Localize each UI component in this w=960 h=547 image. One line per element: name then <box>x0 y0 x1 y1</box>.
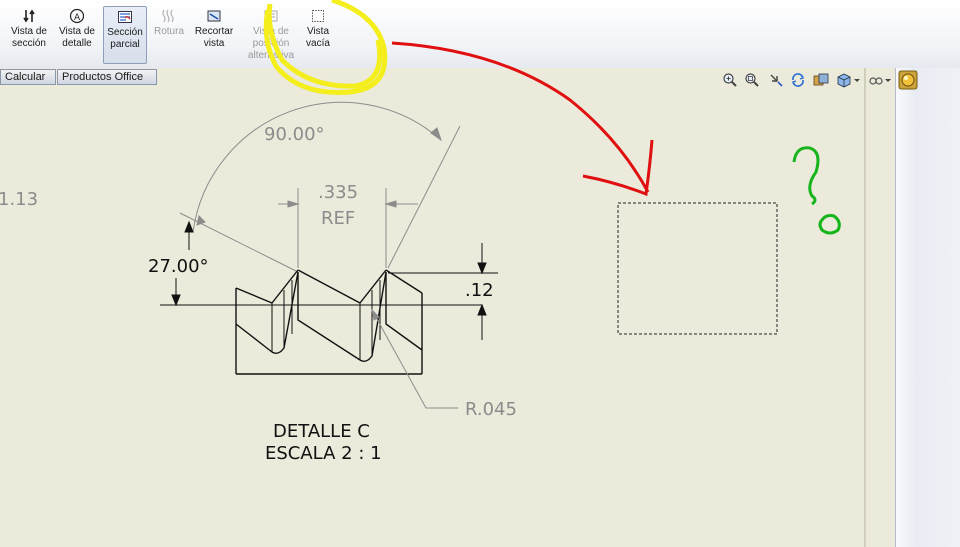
yellow-highlight-annotation <box>263 0 388 95</box>
red-arrow-annotation <box>391 41 650 193</box>
partial-dimension-text: 1.13 <box>0 189 38 210</box>
detail-part-geometry[interactable] <box>160 269 482 375</box>
green-dot-annotation <box>818 214 841 235</box>
drawing-content: 1.13 90.00° .335 REF 27.00° .12 R.045 DE… <box>0 0 841 464</box>
angle-90-text: 90.00° <box>264 124 325 145</box>
empty-view-frame[interactable] <box>617 202 778 335</box>
angle-27-text: 27.00° <box>148 256 209 277</box>
height-dim-text: .12 <box>465 280 494 301</box>
detail-title: DETALLE C <box>273 421 370 442</box>
radius-leader[interactable] <box>371 308 458 409</box>
ref-label-text: REF <box>321 208 355 229</box>
ref-value-text: .335 <box>318 182 358 203</box>
green-question-mark-annotation <box>792 146 820 206</box>
radius-dim-text: R.045 <box>465 399 517 420</box>
detail-scale: ESCALA 2 : 1 <box>265 443 382 464</box>
